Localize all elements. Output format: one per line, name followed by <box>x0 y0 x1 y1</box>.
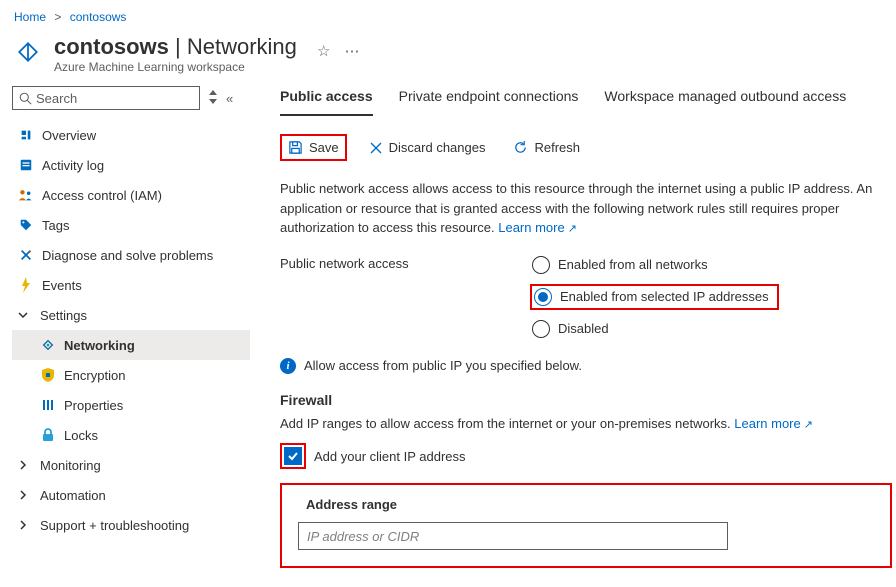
properties-icon <box>40 398 56 412</box>
sidebar-item-diagnose[interactable]: Diagnose and solve problems <box>12 240 250 270</box>
tab-public-access[interactable]: Public access <box>280 86 373 116</box>
chevron-right-icon <box>18 518 32 533</box>
chevron-down-icon <box>18 308 32 323</box>
sidebar-item-encryption[interactable]: Encryption <box>12 360 250 390</box>
sidebar-item-overview[interactable]: Overview <box>12 120 250 150</box>
address-range-label: Address range <box>306 497 874 512</box>
radio-icon <box>532 256 550 274</box>
networking-icon <box>40 338 56 352</box>
sidebar-item-locks[interactable]: Locks <box>12 420 250 450</box>
diagnose-icon <box>18 248 34 262</box>
tags-icon <box>18 218 34 232</box>
toolbar: Save Discard changes Refresh <box>280 134 892 161</box>
sidebar-group-automation[interactable]: Automation <box>12 480 250 510</box>
sidebar: Search « Overview Activity log Access co… <box>0 86 250 578</box>
sidebar-group-settings[interactable]: Settings <box>12 300 250 330</box>
public-network-access-label: Public network access <box>280 254 530 340</box>
close-icon <box>369 141 383 155</box>
learn-more-link[interactable]: Learn more <box>498 220 577 235</box>
check-icon <box>287 450 299 462</box>
sidebar-item-activity-log[interactable]: Activity log <box>12 150 250 180</box>
sort-icon[interactable] <box>208 90 218 107</box>
search-icon <box>19 92 32 105</box>
page-header: contosows | Networking ☆ ⋯ Azure Machine… <box>0 28 896 86</box>
firewall-description: Add IP ranges to allow access from the i… <box>280 414 892 434</box>
more-icon[interactable]: ⋯ <box>344 42 359 60</box>
refresh-icon <box>513 140 528 155</box>
radio-icon <box>532 320 550 338</box>
info-icon: i <box>280 358 296 374</box>
sidebar-group-monitoring[interactable]: Monitoring <box>12 450 250 480</box>
address-range-section: Address range <box>280 483 892 568</box>
favorite-icon[interactable]: ☆ <box>317 42 330 60</box>
address-range-input[interactable] <box>298 522 728 550</box>
chevron-right-icon <box>18 458 32 473</box>
workspace-icon <box>14 38 42 66</box>
save-button[interactable]: Save <box>280 134 347 161</box>
sidebar-item-networking[interactable]: Networking <box>12 330 250 360</box>
info-banner: i Allow access from public IP you specif… <box>280 358 892 374</box>
radio-disabled[interactable]: Disabled <box>530 318 779 340</box>
collapse-icon[interactable]: « <box>226 91 233 106</box>
description-text: Public network access allows access to t… <box>280 179 892 238</box>
activity-log-icon <box>18 158 34 172</box>
overview-icon <box>18 128 34 142</box>
add-client-ip-label: Add your client IP address <box>314 449 466 464</box>
locks-icon <box>40 428 56 442</box>
save-icon <box>288 140 303 155</box>
firewall-heading: Firewall <box>280 392 892 408</box>
tab-private-endpoints[interactable]: Private endpoint connections <box>399 86 579 116</box>
sidebar-group-support[interactable]: Support + troubleshooting <box>12 510 250 540</box>
sidebar-item-events[interactable]: Events <box>12 270 250 300</box>
tabs: Public access Private endpoint connectio… <box>280 86 892 116</box>
main-content: Public access Private endpoint connectio… <box>250 86 896 578</box>
breadcrumb-resource[interactable]: contosows <box>70 10 127 24</box>
search-input[interactable]: Search <box>12 86 200 110</box>
chevron-right-icon <box>18 488 32 503</box>
page-subtitle: Azure Machine Learning workspace <box>54 60 882 74</box>
discard-button[interactable]: Discard changes <box>363 136 492 159</box>
sidebar-item-properties[interactable]: Properties <box>12 390 250 420</box>
sidebar-item-tags[interactable]: Tags <box>12 210 250 240</box>
add-client-ip-checkbox[interactable] <box>284 447 302 465</box>
radio-icon <box>534 288 552 306</box>
chevron-right-icon: > <box>54 10 61 24</box>
refresh-button[interactable]: Refresh <box>507 136 586 159</box>
firewall-learn-more-link[interactable]: Learn more <box>734 416 813 431</box>
breadcrumb-home[interactable]: Home <box>14 10 46 24</box>
page-title: contosows | Networking <box>54 34 303 59</box>
encryption-icon <box>40 368 56 382</box>
radio-selected-ips[interactable]: Enabled from selected IP addresses <box>532 286 777 308</box>
tab-outbound-access[interactable]: Workspace managed outbound access <box>604 86 846 116</box>
sidebar-item-access-control[interactable]: Access control (IAM) <box>12 180 250 210</box>
radio-all-networks[interactable]: Enabled from all networks <box>530 254 779 276</box>
breadcrumb: Home > contosows <box>0 0 896 28</box>
events-icon <box>18 277 34 293</box>
access-control-icon <box>18 188 34 202</box>
